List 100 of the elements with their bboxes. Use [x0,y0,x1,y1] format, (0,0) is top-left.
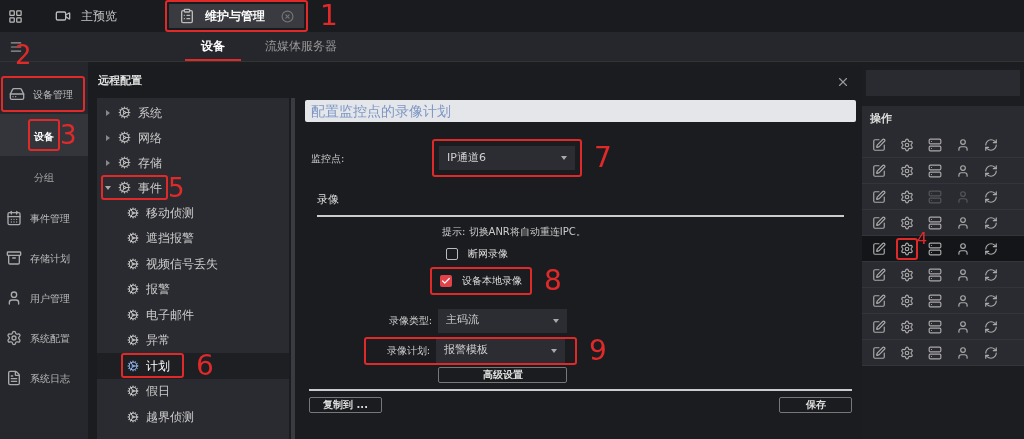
gear-icon [127,206,139,219]
tree-item[interactable]: 移动侦测 [127,202,194,224]
gear-icon [127,410,139,423]
dropdown[interactable]: IP通道6 [439,146,575,170]
refresh-icon[interactable] [984,189,998,204]
refresh-icon[interactable] [984,241,998,256]
refresh-icon[interactable] [984,215,998,230]
table-row[interactable] [862,262,1024,288]
server-icon[interactable] [928,241,942,256]
table-row[interactable] [862,158,1024,184]
gear-icon [127,334,139,347]
dropdown[interactable]: 报警模板 [436,338,565,363]
caret-icon [105,109,111,116]
refresh-icon[interactable] [984,163,998,178]
sidebar-item[interactable]: 设备管理 [3,78,83,110]
sidebar-item[interactable]: 系统配置 [0,322,76,354]
server-icon[interactable] [928,137,942,152]
user-icon[interactable] [956,137,970,152]
user-icon[interactable] [956,345,970,360]
refresh-icon[interactable] [984,137,998,152]
top-tab[interactable]: 主预览 [45,4,127,28]
table-row[interactable] [862,132,1024,158]
settings-icon[interactable] [900,345,914,360]
refresh-icon[interactable] [984,267,998,282]
settings-icon[interactable] [900,267,914,282]
server-icon[interactable] [928,293,942,308]
server-icon[interactable] [928,319,942,334]
user-icon[interactable] [956,215,970,230]
sidebar-subitem[interactable]: 分组 [0,156,88,198]
server-icon[interactable] [928,215,942,230]
tree-item[interactable]: 事件 [105,177,162,198]
user-icon[interactable] [956,163,970,178]
tree-item[interactable]: 系统 [105,102,162,123]
user-icon[interactable] [956,293,970,308]
tree-item[interactable]: 遮挡报警 [127,227,194,249]
hard-drive-icon [9,86,25,102]
edit-icon[interactable] [872,241,886,256]
callout-number: 8 [544,266,562,295]
edit-icon[interactable] [872,163,886,178]
sidebar-item[interactable]: 系统日志 [0,362,76,394]
check-icon [441,275,451,286]
caret-icon [561,155,567,161]
edit-icon[interactable] [872,215,886,230]
edit-icon[interactable] [872,189,886,204]
sidebar-item[interactable]: 用户管理 [0,282,76,314]
tree-item[interactable]: 电子邮件 [127,304,194,326]
edit-icon[interactable] [872,137,886,152]
callout-number: 1 [320,2,338,30]
sidebar-item[interactable]: 存储计划 [0,242,76,274]
tree-item[interactable]: 网络 [105,127,162,148]
tree-item[interactable]: 计划 [127,355,170,377]
gear-icon [118,131,131,144]
tree-item[interactable]: 视频信号丢失 [127,253,218,275]
dropdown[interactable]: 主码流 [438,308,567,333]
caret-icon [105,159,111,166]
table-row[interactable] [862,340,1024,366]
edit-icon[interactable] [872,319,886,334]
copy-to-button[interactable]: 复制到 ... [309,396,382,413]
tree-item[interactable]: 假日 [127,380,170,402]
section-heading: 录像 [317,192,340,208]
user-icon[interactable] [956,241,970,256]
server-icon[interactable] [928,345,942,360]
refresh-icon[interactable] [984,293,998,308]
tree-item[interactable]: 异常 [127,329,170,351]
sidebar-subitem-label: 设备 [34,131,54,142]
sub-tab[interactable]: 流媒体服务器 [249,32,353,61]
user-icon[interactable] [956,267,970,282]
table-row[interactable] [862,288,1024,314]
checkbox[interactable] [446,247,458,260]
tree-item[interactable]: 存储 [105,152,162,173]
tree-item[interactable]: 报警 [127,278,170,300]
settings-icon[interactable] [900,137,914,152]
callout-number: 3 [60,122,77,148]
sub-tab[interactable]: 设备 [185,32,241,61]
edit-icon[interactable] [872,345,886,360]
sidebar-subitem[interactable]: 设备 3 [0,114,88,156]
checkbox[interactable] [440,274,452,287]
edit-icon[interactable] [872,267,886,282]
settings-icon[interactable] [900,189,914,204]
refresh-icon[interactable] [984,319,998,334]
apps-grid-icon[interactable] [8,8,23,24]
settings-icon[interactable] [900,163,914,178]
table-row[interactable] [862,184,1024,210]
edit-icon[interactable] [872,293,886,308]
table-row[interactable] [862,314,1024,340]
gear-icon [127,308,139,321]
save-button[interactable]: 保存 [779,396,852,413]
top-tab[interactable]: 维护与管理 [169,4,304,28]
refresh-icon[interactable] [984,345,998,360]
settings-icon[interactable] [900,215,914,230]
server-icon[interactable] [928,163,942,178]
user-icon [6,290,22,306]
user-icon[interactable] [956,319,970,334]
gear-icon [118,106,131,119]
settings-icon[interactable] [900,319,914,334]
sidebar-item[interactable]: 事件管理 [0,202,76,234]
advanced-settings-button[interactable]: 高级设置 [438,366,567,383]
settings-icon[interactable] [900,293,914,308]
server-icon[interactable] [928,267,942,282]
tree-item[interactable]: 越界侦测 [127,406,194,428]
